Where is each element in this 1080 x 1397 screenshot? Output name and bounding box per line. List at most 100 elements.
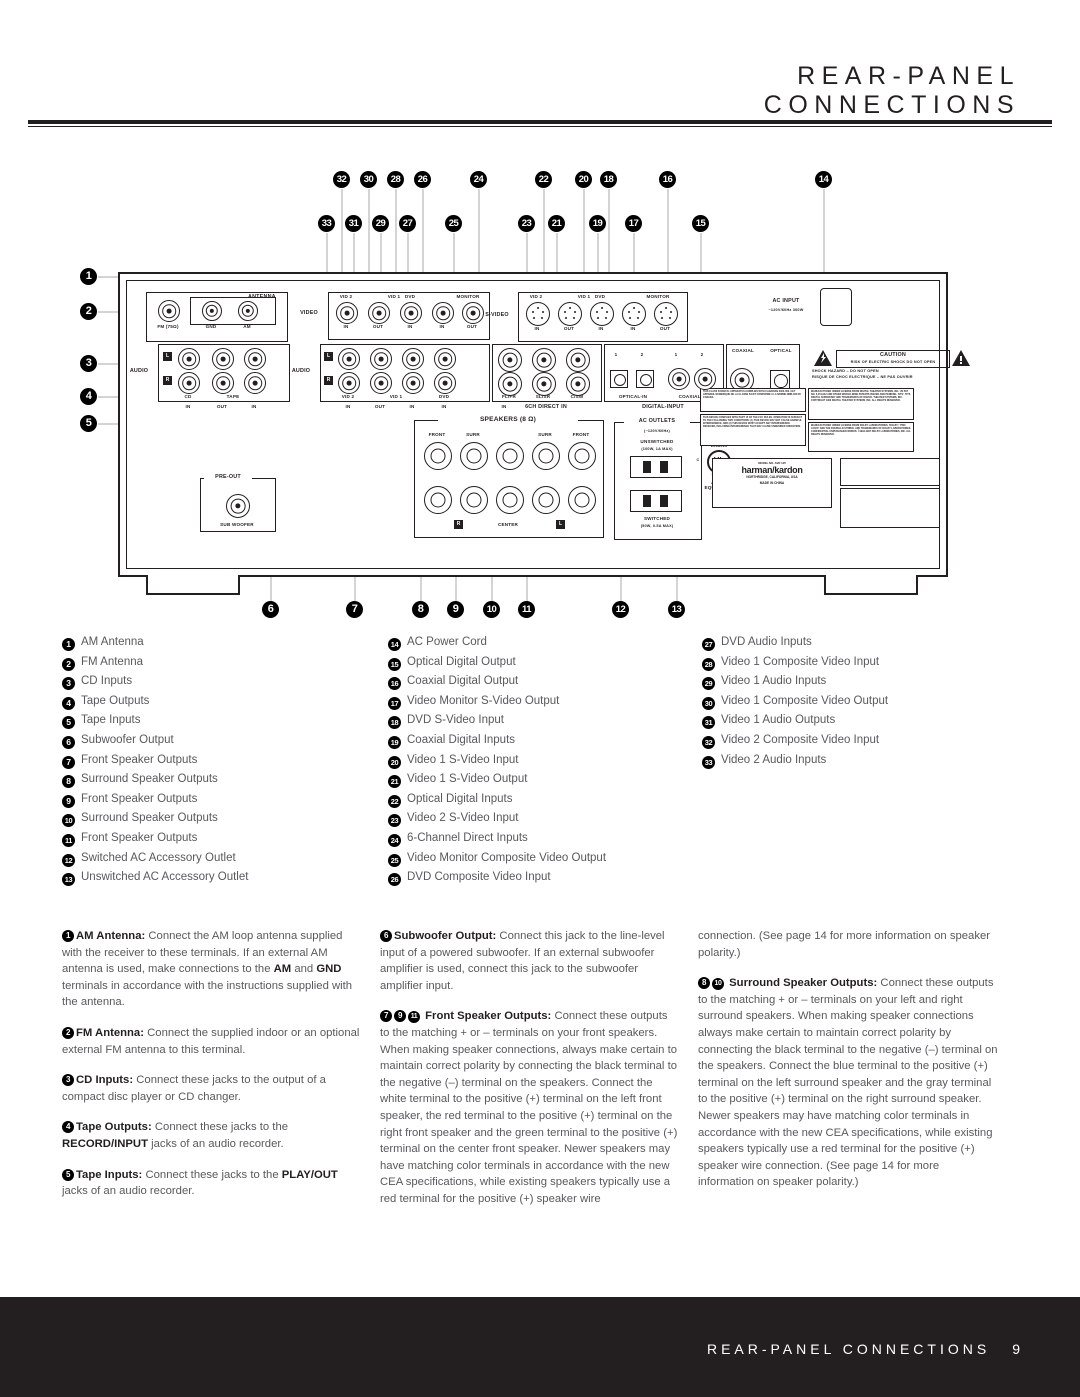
legend-item: 9 Front Speaker Outputs <box>62 793 392 813</box>
callout-22: 22 <box>535 171 552 188</box>
legend-number: 32 <box>702 735 715 749</box>
legend-number: 31 <box>702 716 715 730</box>
legend-number: 10 <box>62 814 75 828</box>
lightning-bolt-warning-icon <box>814 350 832 366</box>
legend-number: 28 <box>702 657 715 671</box>
tape-out-left-jack <box>212 348 234 370</box>
left-audio-group-label: AUDIO <box>129 368 149 374</box>
callout-25: 25 <box>445 215 462 232</box>
legend-item: 20 Video 1 S-Video Input <box>388 754 708 774</box>
subwoofer-output-jack <box>226 494 250 518</box>
legend-item: 27 DVD Audio Inputs <box>702 636 1022 656</box>
legend-number: 4 <box>62 696 75 710</box>
dts-license-box: MANUFACTURED UNDER LICENSE FROM DIGITAL … <box>808 388 914 420</box>
svideo-col-3: DVD <box>594 294 606 299</box>
term-tape-inputs: Tape Inputs: <box>76 1168 143 1181</box>
legend-item: 23 Video 2 S-Video Input <box>388 812 708 832</box>
text-surround-speaker-outputs: Connect these outputs to the matching + … <box>698 977 998 1189</box>
optical-in-label: OPTICAL-IN <box>618 394 648 399</box>
left-audio-l-chip: L <box>163 352 172 361</box>
unswitched-ac-outlet <box>630 456 682 478</box>
ac-outlets-voltage: (~120V/60Hz) <box>644 429 670 433</box>
legend-label: DVD Composite Video Input <box>407 871 551 884</box>
legend-label: Tape Outputs <box>81 694 150 707</box>
legend-item: 32 Video 2 Composite Video Input <box>702 734 1022 754</box>
legend-number: 8 <box>62 775 75 789</box>
legend-number: 25 <box>388 853 401 867</box>
callout-1: 1 <box>80 268 97 285</box>
legend-number: 21 <box>388 775 401 789</box>
text-tape-inputs-a: Connect these jacks to the <box>142 1168 282 1181</box>
blank-label-box-2 <box>840 488 940 528</box>
callout-16: 16 <box>659 171 676 188</box>
paragraph-am-antenna: 1 AM Antenna: Connect the AM loop antenna… <box>62 928 362 1011</box>
six-channel-jack-bottom-2 <box>532 372 556 396</box>
cd-in-right-jack <box>178 372 200 394</box>
callout-23: 23 <box>518 215 535 232</box>
video-audio-r-chip: R <box>324 376 333 385</box>
text-front-speaker-continued: connection. (See page 14 for more inform… <box>698 930 991 959</box>
footer-title-text: REAR-PANEL CONNECTIONS <box>706 1341 991 1357</box>
legend-label: Front Speaker Outputs <box>81 831 198 844</box>
legend-label: Tape Inputs <box>81 714 141 727</box>
paragraph-fm-antenna: 2 FM Antenna: Connect the supplied indoor… <box>62 1025 362 1058</box>
legend-number: 5 <box>62 716 75 730</box>
video-composite-col-1: VID 2 <box>339 294 353 299</box>
cd-label: CD <box>184 394 192 399</box>
legend-label: Video 2 Audio Inputs <box>721 753 827 766</box>
callout-5: 5 <box>80 415 97 432</box>
callout-32: 32 <box>333 171 350 188</box>
body-column-3: connection. (See page 14 for more inform… <box>698 928 998 1205</box>
legend-number: 18 <box>388 716 401 730</box>
term-record-input: RECORD/INPUT <box>62 1137 148 1150</box>
footer-title: REAR-PANEL CONNECTIONS 9 <box>707 1341 1020 1357</box>
ac-outlets-label: AC OUTLETS <box>624 418 690 424</box>
six-channel-pair-3: C/SW <box>570 394 584 399</box>
callout-9: 9 <box>447 601 464 618</box>
legend-number: 13 <box>62 873 75 887</box>
tape-label: TAPE <box>226 394 240 399</box>
inline-number-4: 4 <box>62 1121 74 1134</box>
pre-out-label: PRE-OUT <box>204 474 252 480</box>
inline-number-11: 11 <box>408 1011 420 1024</box>
callout-13: 13 <box>668 601 685 618</box>
term-subwoofer-output: Subwoofer Output: <box>394 930 497 942</box>
chassis-foot-left <box>146 575 240 595</box>
legend-item: 16 Coaxial Digital Output <box>388 675 708 695</box>
made-in: MADE IN CHINA <box>759 481 785 485</box>
legend-number: 15 <box>388 657 401 671</box>
ac-input-label: AC INPUT <box>772 298 800 304</box>
fm-antenna-jack <box>158 300 180 322</box>
caution-word: CAUTION <box>880 352 906 358</box>
legend-label: FM Antenna <box>81 655 144 668</box>
six-channel-jack-bottom-3 <box>566 372 590 396</box>
term-fm-antenna: FM Antenna: <box>76 1026 144 1039</box>
legend-item: 19 Coaxial Digital Inputs <box>388 734 708 754</box>
tape-in-left-jack <box>244 348 266 370</box>
video-composite-dir-2: OUT <box>372 324 384 329</box>
legend-item: 25 Video Monitor Composite Video Output <box>388 852 708 872</box>
legend-label: CD Inputs <box>81 675 133 688</box>
optical-digital-output-jack <box>770 370 790 390</box>
inline-number-7: 7 <box>380 1010 392 1023</box>
speaker-label-surround-right: SURR <box>466 432 480 437</box>
callout-18: 18 <box>600 171 617 188</box>
legend-column-1: 1 AM Antenna 2 FM Antenna 3 CD Inputs 4 Tape Ou… <box>62 636 392 891</box>
speaker-label-surround-left: SURR <box>538 432 552 437</box>
page-title: REAR-PANEL CONNECTIONS <box>763 62 1020 119</box>
am-terminal <box>238 301 258 321</box>
legend-number: 12 <box>62 853 75 867</box>
legend-number: 29 <box>702 677 715 691</box>
legend-number: 26 <box>388 873 401 887</box>
video-audio-jack-l-4 <box>434 348 456 370</box>
legend-item: 29 Video 1 Audio Inputs <box>702 675 1022 695</box>
video-audio-col-1: VID 2 <box>341 394 355 399</box>
video-audio-dir-3: IN <box>409 404 415 409</box>
inline-number-1: 1 <box>62 930 74 942</box>
legend-label: Optical Digital Output <box>407 655 516 668</box>
callout-2: 2 <box>80 303 97 320</box>
legend-item: 17 Video Monitor S-Video Output <box>388 695 708 715</box>
manual-page: REAR-PANEL CONNECTIONS 32 30 28 26 24 22 20 18 1… <box>0 0 1080 1397</box>
text-tape-outputs-c: jacks of an audio recorder. <box>147 1137 284 1150</box>
paragraph-surround-speaker-outputs: 8 10 Surround Speaker Outputs: Connect th… <box>698 975 998 1191</box>
